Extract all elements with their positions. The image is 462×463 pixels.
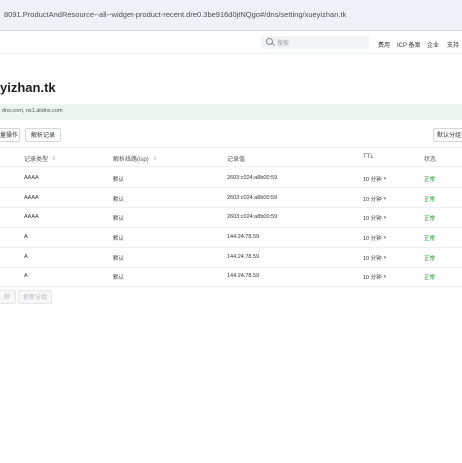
row-divider (0, 267, 462, 268)
import-records-button[interactable]: 解析记录 (25, 128, 61, 142)
dns-server-text: dns.com, ns1.alidns.com (2, 108, 63, 114)
record-type: A (24, 273, 28, 279)
record-ttl[interactable]: 10 分钟 ▾ (363, 195, 386, 203)
chevron-down-icon: ▾ (383, 255, 387, 261)
record-type: AAAA (24, 175, 39, 181)
nav-link-icp[interactable]: ICP 备案 (397, 40, 421, 49)
record-value: 2603:c024:a8b00:59 (227, 175, 278, 181)
dns-server-info: dns.com, ns1.alidns.com (0, 104, 462, 120)
record-type: AAAA (24, 195, 39, 201)
record-line: 默认 (113, 275, 125, 281)
table-top-divider (0, 147, 462, 148)
header-record-value: 记录值 (227, 157, 246, 163)
header-status: 状态 (424, 157, 437, 163)
record-ttl[interactable]: 10 分钟 ▾ (363, 273, 386, 281)
record-status: 正常 (424, 177, 436, 183)
nav-link-enterprise[interactable]: 企业 (427, 40, 439, 49)
sort-icon[interactable]: ⇕ (52, 156, 56, 162)
row-divider (0, 286, 462, 287)
chevron-down-icon: ▾ (383, 274, 387, 280)
chevron-down-icon: ▾ (383, 176, 387, 182)
record-status: 正常 (424, 197, 436, 203)
top-navigation: 搜索 费用 ICP 备案 企业 支持 (0, 31, 462, 54)
nav-link-fees[interactable]: 费用 (378, 40, 390, 49)
record-status: 正常 (424, 275, 436, 281)
row-divider (0, 187, 462, 188)
record-line: 默认 (113, 197, 125, 203)
record-type: AAAA (24, 214, 39, 220)
record-line: 默认 (113, 177, 125, 183)
record-line: 默认 (113, 236, 125, 242)
sort-icon[interactable]: ⇕ (153, 156, 157, 162)
record-value: 2603:c024:a8b00:59 (227, 214, 278, 220)
search-icon (266, 38, 273, 45)
row-divider (0, 207, 462, 208)
record-ttl[interactable]: 10 分钟 ▾ (363, 254, 386, 262)
url-text[interactable]: 8091.ProductAndResource--all--widget-pro… (4, 10, 346, 19)
record-line: 默认 (113, 216, 125, 222)
record-type: A (24, 234, 28, 240)
header-record-type[interactable]: 记录类型 ⇕ (24, 154, 56, 163)
header-resolution-line[interactable]: 解析线路(isp) ⇕ (113, 154, 157, 163)
record-line: 默认 (113, 256, 125, 262)
header-divider (0, 166, 462, 167)
record-type: A (24, 254, 28, 260)
search-placeholder: 搜索 (277, 41, 290, 47)
record-status: 正常 (424, 236, 436, 242)
default-group-button[interactable]: 默认分组 (433, 128, 462, 142)
batch-operation-button[interactable]: 量操作 (0, 128, 20, 142)
browser-url-bar[interactable]: 8091.ProductAndResource--all--widget-pro… (0, 0, 462, 31)
chevron-down-icon: ▾ (383, 215, 387, 221)
nav-link-support[interactable]: 支持 (447, 40, 459, 49)
record-ttl[interactable]: 10 分钟 ▾ (363, 214, 386, 222)
record-ttl[interactable]: 10 分钟 ▾ (363, 234, 386, 242)
record-value: 144.24.78.59 (227, 234, 260, 240)
record-status: 正常 (424, 256, 436, 262)
page-title: yizhan.tk (0, 80, 56, 95)
record-value: 144.24.78.59 (227, 273, 260, 279)
row-divider (0, 247, 462, 248)
chevron-down-icon: ▾ (383, 235, 387, 241)
record-status: 正常 (424, 216, 436, 222)
record-value: 144.24.78.59 (227, 254, 260, 260)
delete-button[interactable]: 除 (0, 290, 16, 304)
record-ttl[interactable]: 10 分钟 ▾ (363, 175, 386, 183)
header-ttl: TTL (363, 154, 374, 160)
change-group-button[interactable]: 更新分组 (18, 290, 52, 304)
search-input[interactable]: 搜索 (261, 36, 369, 49)
record-value: 2603:c024:a8b00:59 (227, 195, 278, 201)
chevron-down-icon: ▾ (383, 196, 387, 202)
row-divider (0, 227, 462, 228)
